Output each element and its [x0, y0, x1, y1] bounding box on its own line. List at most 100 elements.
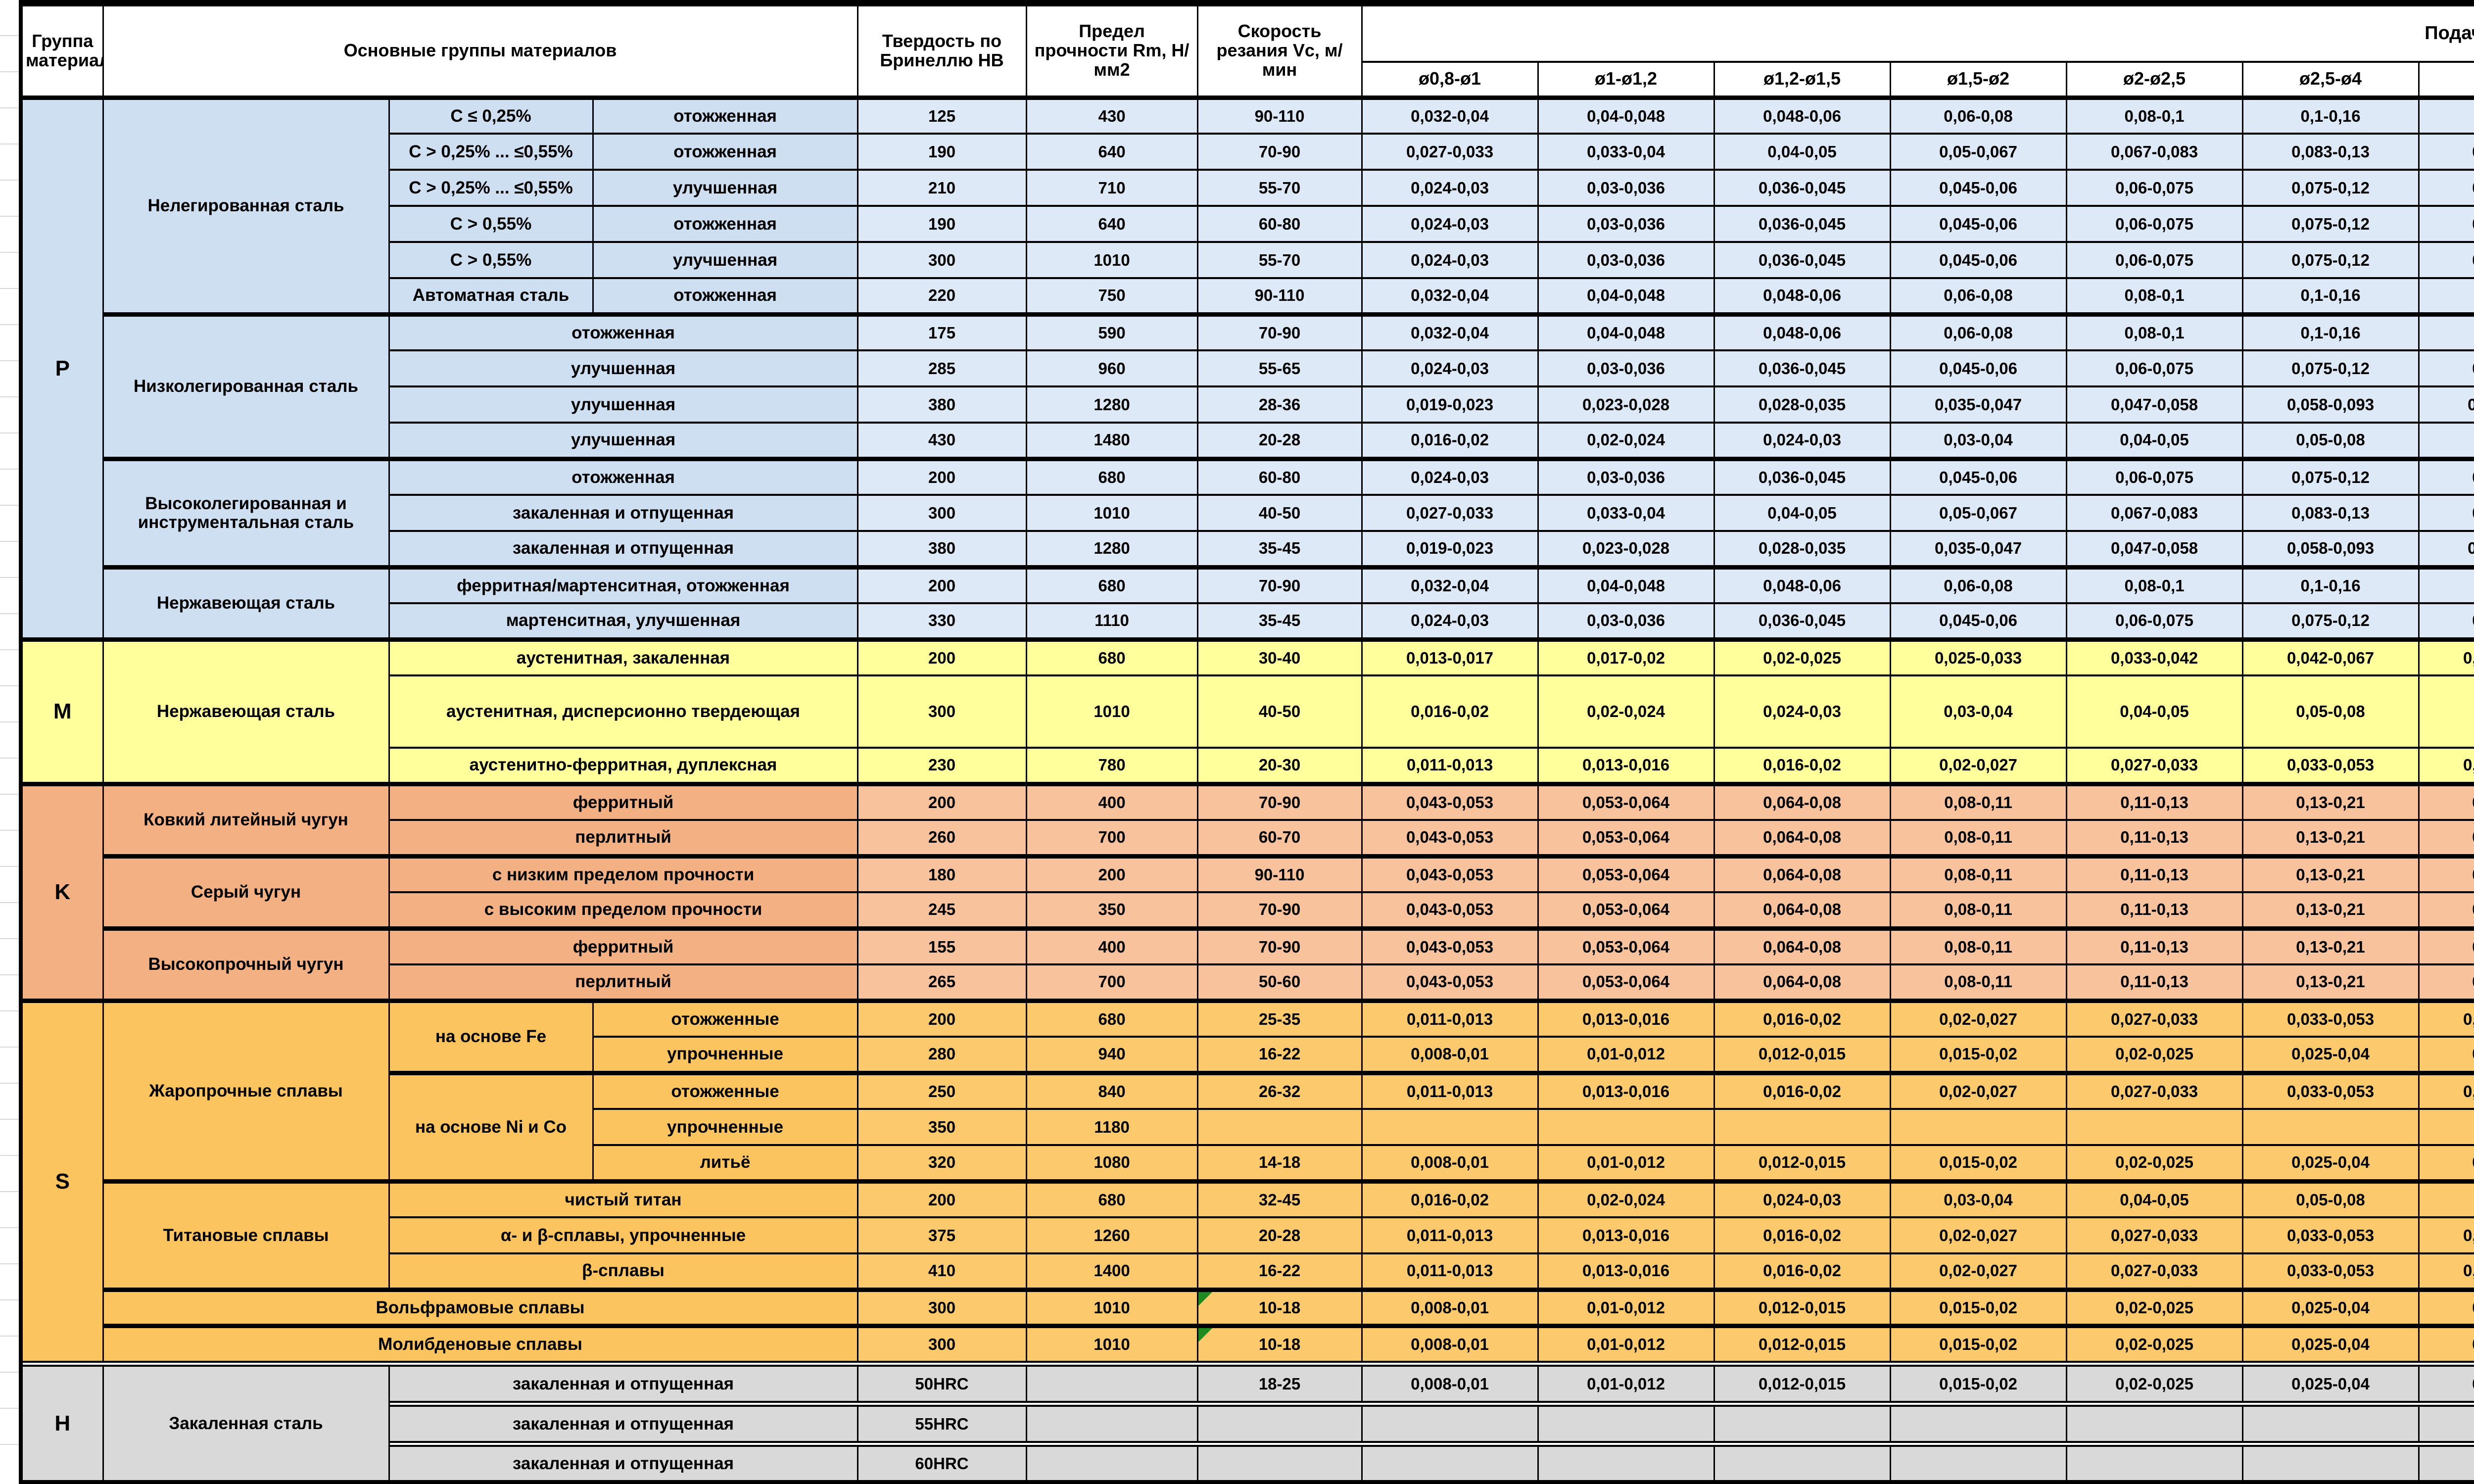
feed-cell: 0,032-0,04: [1362, 567, 1538, 603]
feed-cell: 0,04-0,05: [2419, 1366, 2474, 1402]
feed-cell: 0,04-0,048: [1538, 567, 1714, 603]
material-label-cell: отожженные: [593, 1001, 857, 1037]
table-row: Нержавеющая стальферритная/мартенситная,…: [21, 567, 2474, 603]
feed-cell: 0,13-0,21: [2242, 928, 2419, 964]
feed-cell: 0,093-0,12: [2419, 386, 2474, 423]
vc-cell: 40-50: [1197, 675, 1362, 748]
material-label-cell: Серый чугун: [103, 856, 389, 928]
feed-cell: 0,025-0,04: [2242, 1290, 2419, 1326]
feed-cell: 0,043-0,053: [1362, 856, 1538, 892]
feed-cell: 0,027-0,033: [2066, 748, 2242, 784]
feed-cell: 0,032-0,04: [1362, 314, 1538, 350]
feed-cell: [2419, 1446, 2474, 1482]
feed-cell: 0,024-0,03: [1362, 206, 1538, 242]
vc-cell: [1197, 1109, 1362, 1145]
feed-cell: 0,093-0,12: [2419, 531, 2474, 567]
vc-cell: 28-36: [1197, 386, 1362, 423]
feed-cell: 0,043-0,053: [1362, 964, 1538, 1001]
feed-cell: 0,067-0,083: [2066, 495, 2242, 531]
header-feed-title: Подача Fn, мм/об: [1362, 3, 2474, 62]
feed-cell: 0,06-0,075: [2066, 206, 2242, 242]
material-label-cell: C > 0,25% ... ≤0,55%: [389, 134, 593, 170]
feed-cell: [1362, 1446, 1538, 1482]
feed-cell: 0,043-0,053: [1362, 928, 1538, 964]
feed-cell: 0,08-0,1: [2419, 423, 2474, 459]
material-label-cell: C > 0,55%: [389, 242, 593, 278]
rm-cell: 400: [1026, 928, 1197, 964]
vc-cell: 60-70: [1197, 820, 1362, 856]
rm-cell: 1080: [1026, 1145, 1197, 1181]
material-label-cell: литьё: [593, 1145, 857, 1181]
feed-cell: 0,058-0,093: [2242, 386, 2419, 423]
feed-cell: 0,08-0,1: [2419, 675, 2474, 748]
rm-cell: 680: [1026, 459, 1197, 495]
vc-cell: 70-90: [1197, 314, 1362, 350]
rm-cell: 1260: [1026, 1217, 1197, 1253]
table-row: β-сплавы410140016-220,011-0,0130,013-0,0…: [21, 1253, 2474, 1290]
feed-cell: 0,025-0,04: [2242, 1326, 2419, 1362]
feed-cell: [1890, 1406, 2066, 1442]
feed-cell: 0,04-0,05: [2419, 1037, 2474, 1073]
group-letter-cell: S: [21, 1001, 103, 1362]
material-label-cell: на основе Ni и Co: [389, 1073, 593, 1181]
feed-cell: 0,04-0,05: [2066, 423, 2242, 459]
hb-cell: 300: [857, 1290, 1026, 1326]
table-row: Молибденовые сплавы300101010-180,008-0,0…: [21, 1326, 2474, 1362]
feed-cell: 0,012-0,015: [1714, 1145, 1890, 1181]
rm-cell: 1010: [1026, 242, 1197, 278]
feed-cell: 0,023-0,028: [1538, 386, 1714, 423]
feed-cell: 0,011-0,013: [1362, 1217, 1538, 1253]
hb-cell: 350: [857, 1109, 1026, 1145]
vc-cell: 26-32: [1197, 1073, 1362, 1109]
feed-diameter-header: ø1,5-ø2: [1890, 62, 2066, 98]
feed-cell: 0,13-0,21: [2242, 820, 2419, 856]
feed-cell: 0,08-0,1: [2066, 567, 2242, 603]
feed-cell: 0,008-0,01: [1362, 1366, 1538, 1402]
feed-cell: 0,075-0,12: [2242, 459, 2419, 495]
feed-cell: 0,04-0,05: [2419, 1145, 2474, 1181]
feed-cell: 0,053-0,064: [1538, 928, 1714, 964]
feed-cell: 0,08-0,1: [2419, 1181, 2474, 1217]
feed-cell: 0,008-0,01: [1362, 1290, 1538, 1326]
vc-cell: 70-90: [1197, 784, 1362, 820]
feed-cell: 0,03-0,04: [1890, 423, 2066, 459]
feed-cell: 0,016-0,02: [1714, 1001, 1890, 1037]
feed-cell: 0,024-0,03: [1362, 242, 1538, 278]
feed-cell: 0,017-0,02: [1538, 639, 1714, 675]
gap-cell: [389, 1402, 2474, 1406]
feed-cell: 0,13-0,21: [2242, 964, 2419, 1001]
vc-cell: 10-18: [1197, 1290, 1362, 1326]
hb-cell: 200: [857, 784, 1026, 820]
feed-cell: 0,011-0,013: [1362, 748, 1538, 784]
feed-cell: 0,019-0,023: [1362, 531, 1538, 567]
feed-cell: 0,027-0,033: [2066, 1073, 2242, 1109]
feed-cell: 0,033-0,04: [1538, 134, 1714, 170]
feed-cell: 0,035-0,047: [1890, 531, 2066, 567]
rm-cell: [1026, 1406, 1197, 1442]
feed-cell: 0,036-0,045: [1714, 603, 1890, 639]
feed-cell: 0,06-0,075: [2066, 459, 2242, 495]
feed-cell: 0,016-0,02: [1714, 748, 1890, 784]
rm-cell: 1010: [1026, 495, 1197, 531]
material-label-cell: Низколегированная сталь: [103, 314, 389, 459]
table-row: Титановые сплавычистый титан20068032-450…: [21, 1181, 2474, 1217]
hb-cell: 210: [857, 170, 1026, 206]
feed-cell: 0,04-0,05: [1714, 495, 1890, 531]
feed-cell: 0,067-0,083: [2066, 134, 2242, 170]
table-row: на основе Ni и Coотожженные25084026-320,…: [21, 1073, 2474, 1109]
table-row: закаленная и отпущенная55HRC: [21, 1406, 2474, 1442]
material-label-cell: чистый титан: [389, 1181, 857, 1217]
rm-cell: 710: [1026, 170, 1197, 206]
feed-cell: 0,043-0,053: [1362, 820, 1538, 856]
hb-cell: 410: [857, 1253, 1026, 1290]
feed-cell: 0,21-0,27: [2419, 856, 2474, 892]
feed-cell: 0,024-0,03: [1362, 170, 1538, 206]
feed-cell: 0,06-0,075: [2066, 170, 2242, 206]
feed-cell: 0,12-0,15: [2419, 350, 2474, 386]
feed-cell: 0,036-0,045: [1714, 170, 1890, 206]
feed-cell: 0,05-0,067: [1890, 134, 2066, 170]
hb-cell: 300: [857, 1326, 1026, 1362]
vc-cell: 10-18: [1197, 1326, 1362, 1362]
hb-cell: 200: [857, 567, 1026, 603]
feed-cell: 0,012-0,015: [1714, 1326, 1890, 1362]
